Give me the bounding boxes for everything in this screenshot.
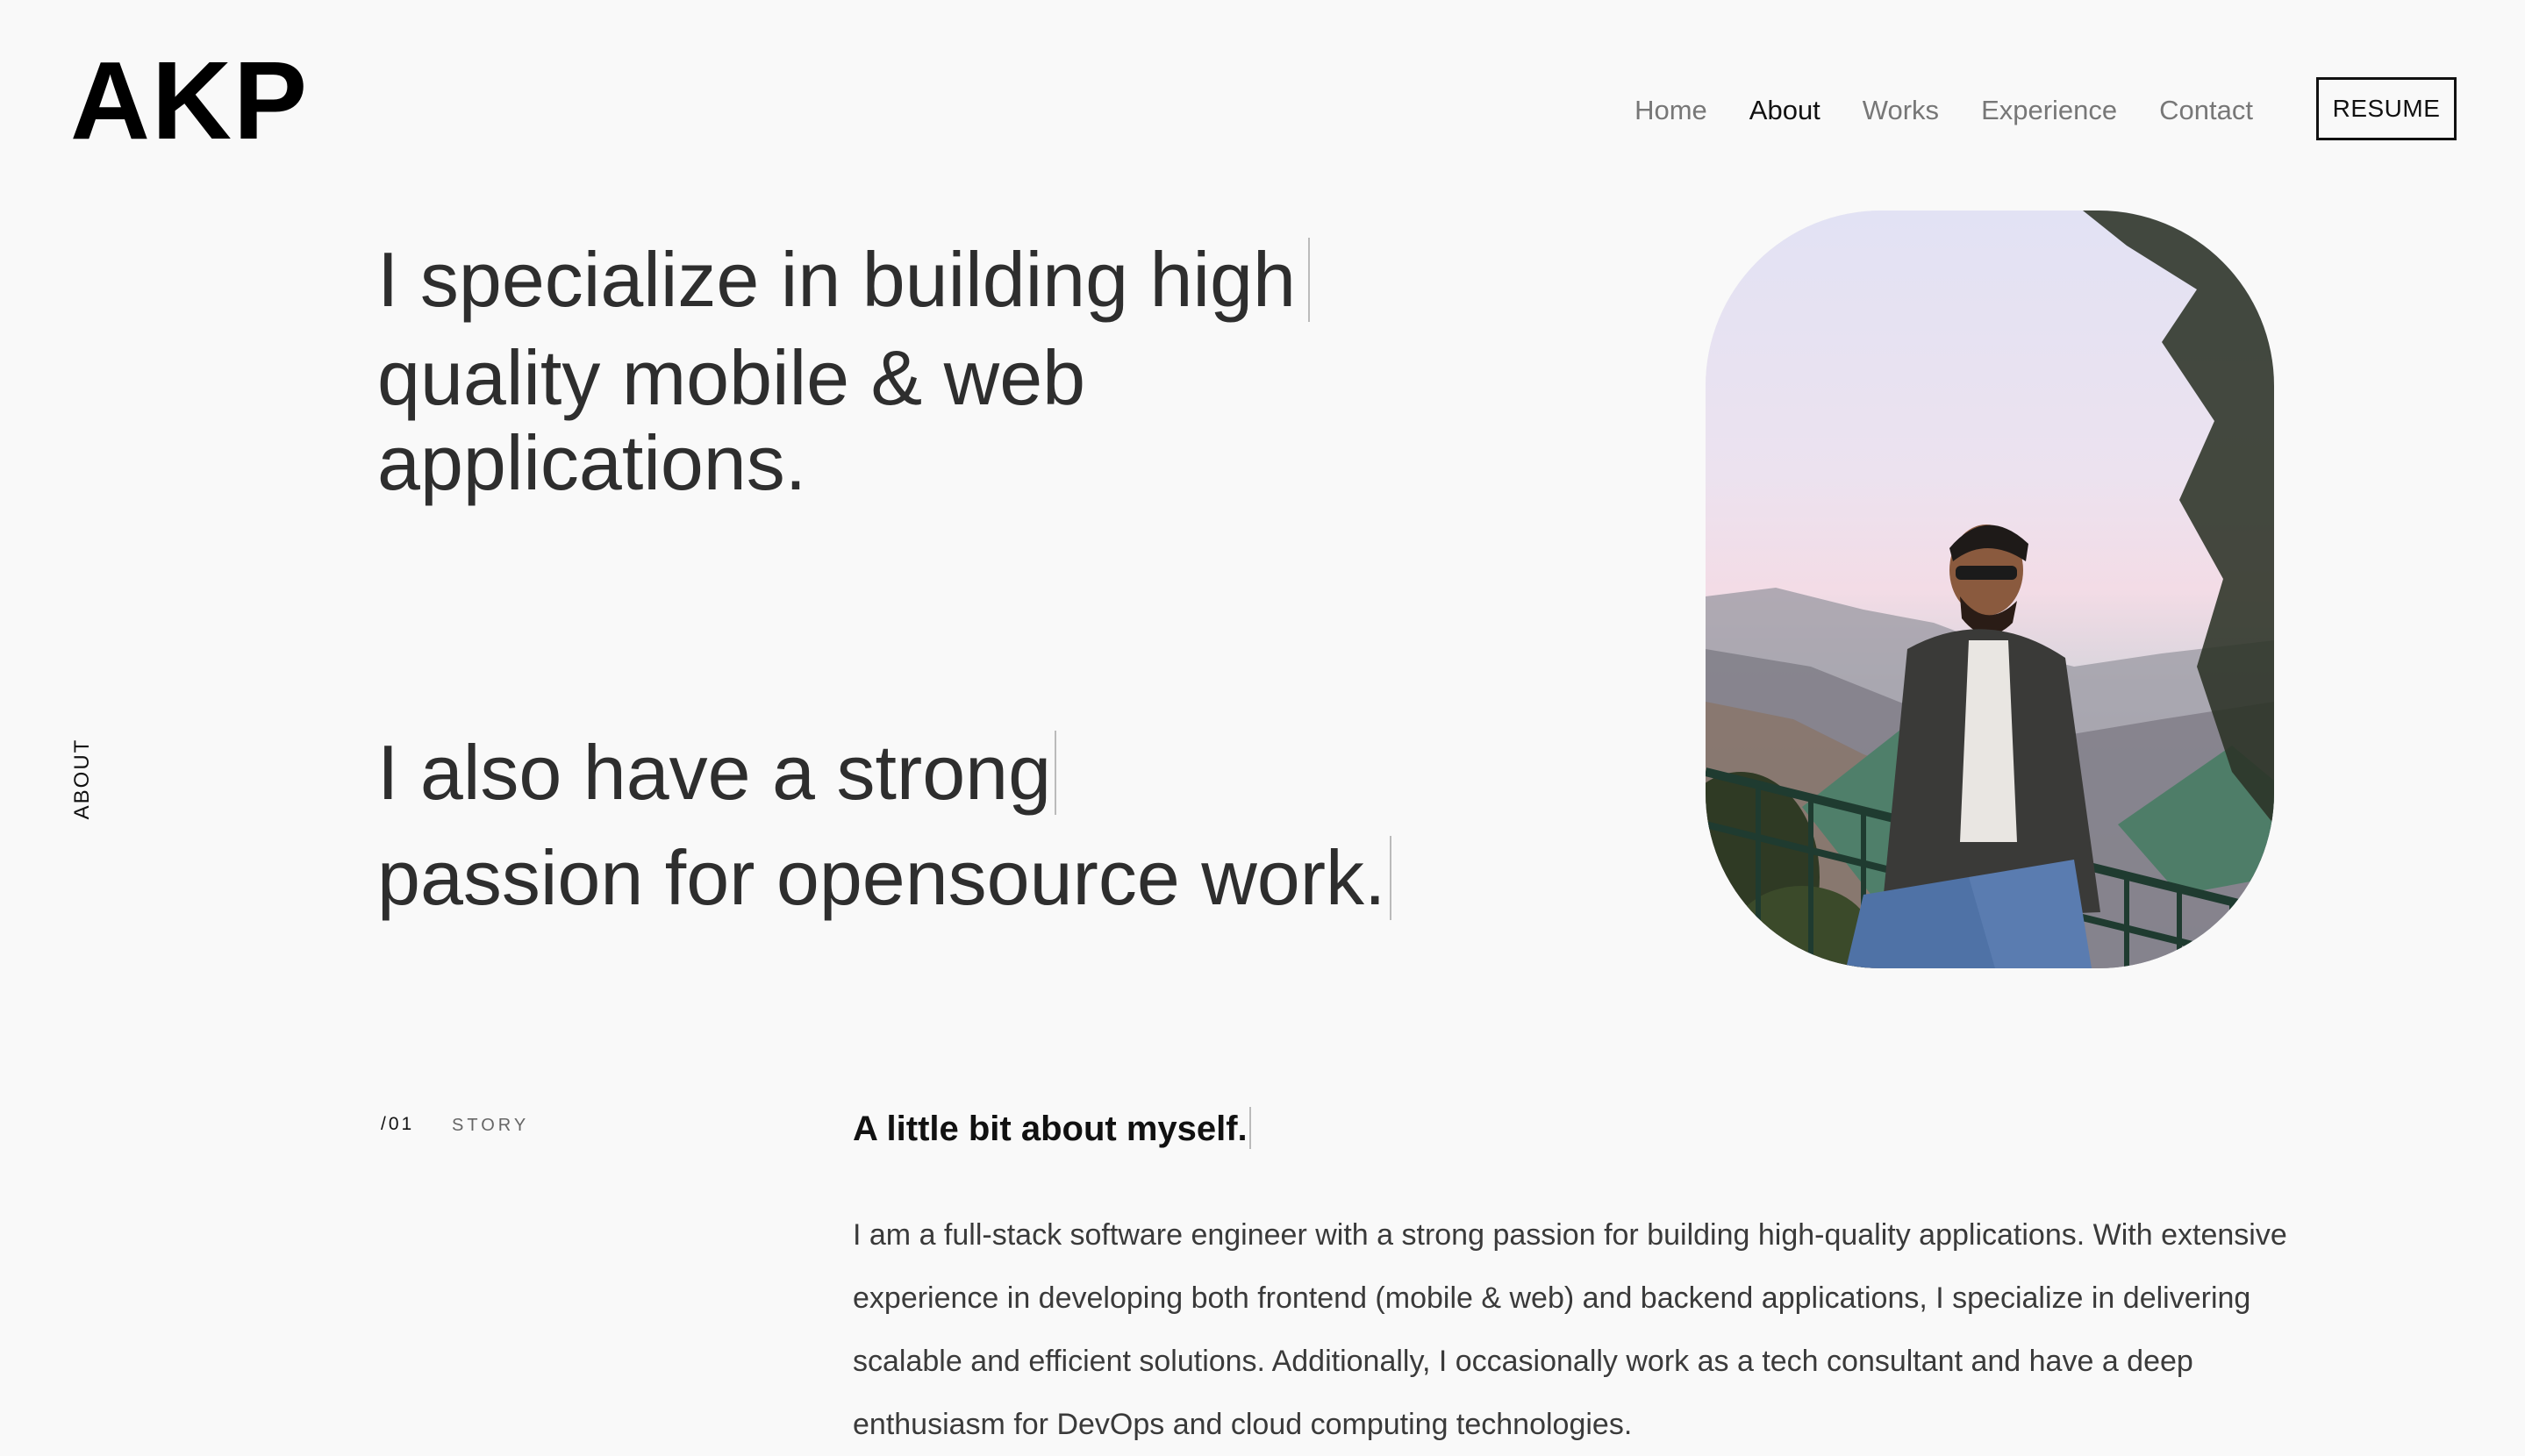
story-index: /01 [381,1114,415,1134]
profile-photo [1706,211,2274,968]
hero-line: quality mobile & web [377,333,1086,421]
nav-works[interactable]: Works [1863,95,1939,126]
hero-line: passion for opensource work. [377,831,1391,924]
logo[interactable]: AKP [70,46,309,156]
nav-home[interactable]: Home [1634,95,1707,126]
main-nav: Home About Works Experience Contact [1634,77,2253,144]
nav-contact[interactable]: Contact [2159,95,2253,126]
profile-photo-illustration [1706,211,2274,968]
hero-statement-2: I also have a strong passion for opensou… [377,726,1391,924]
story-title: A little bit about myself. [853,1107,1251,1149]
text-cursor [1055,731,1057,815]
text-cursor [1307,238,1310,322]
nav-experience[interactable]: Experience [1981,95,2117,126]
story-label: STORY [452,1116,530,1135]
hero-statement-1: I specialize in building high quality mo… [377,233,1310,510]
text-cursor [1389,835,1391,920]
text-cursor [1248,1107,1251,1149]
hero-line: applications. [377,419,807,507]
hero-line: I also have a strong [377,726,1391,819]
resume-button[interactable]: RESUME [2316,77,2457,140]
nav-about[interactable]: About [1749,95,1820,126]
section-side-label: ABOUT [70,738,94,820]
story-body: I am a full-stack software engineer with… [853,1218,2287,1441]
hero-line: I specialize in building high [377,233,1310,326]
